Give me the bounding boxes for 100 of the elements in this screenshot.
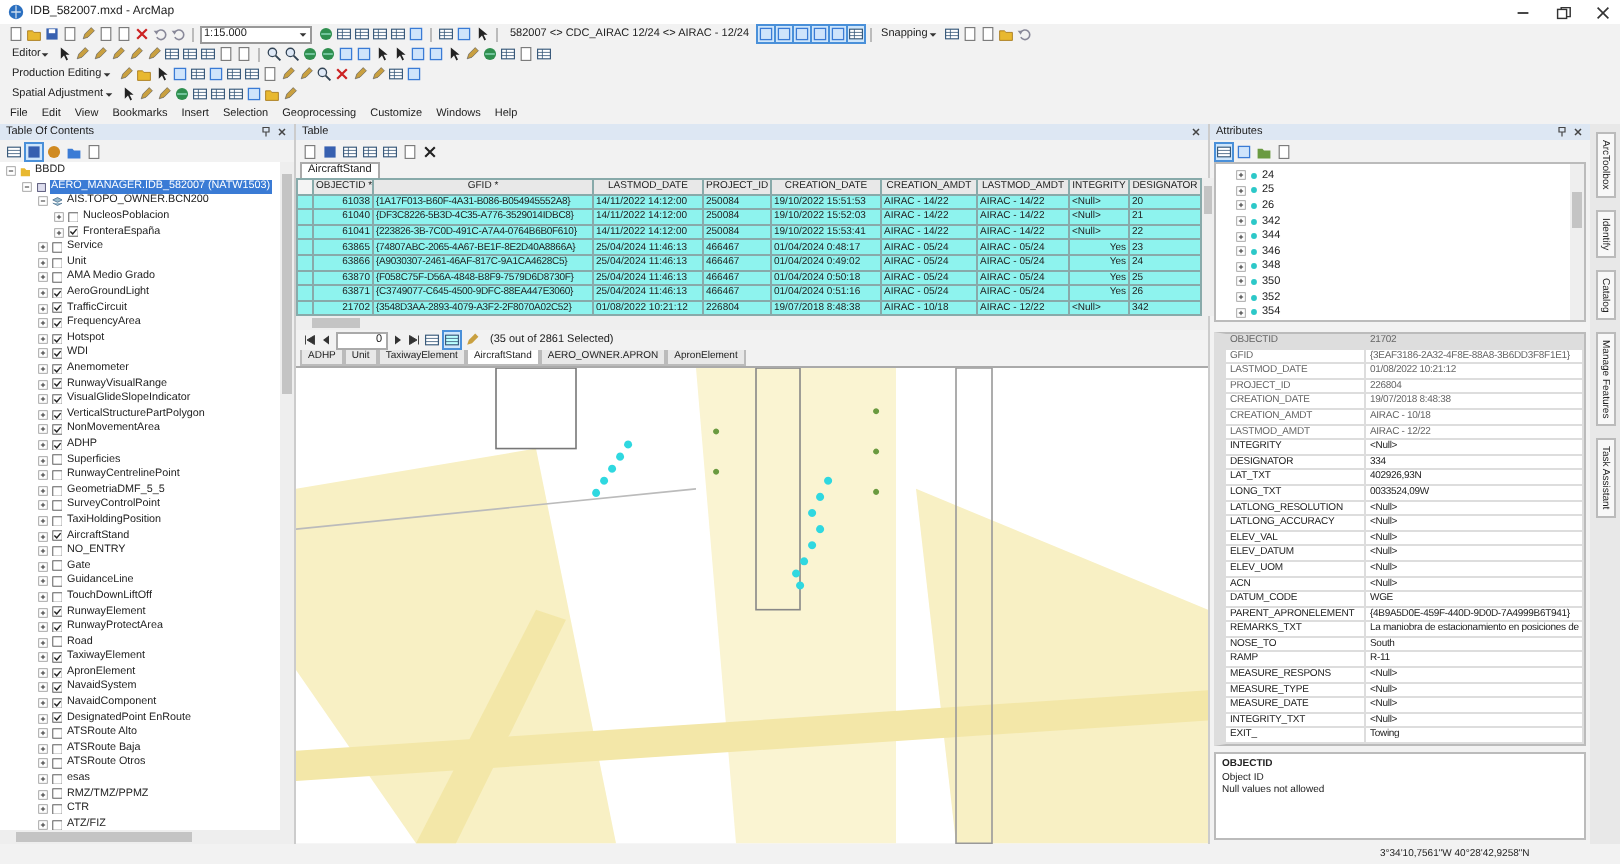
previous-record-icon[interactable] — [320, 334, 332, 347]
table-icon[interactable] — [6, 143, 22, 159]
expand-icon[interactable] — [38, 804, 48, 815]
expand-icon[interactable] — [38, 348, 48, 359]
square-icon[interactable] — [775, 26, 792, 42]
page-icon[interactable] — [86, 143, 102, 159]
checkbox[interactable] — [51, 363, 62, 375]
square-icon[interactable] — [1236, 143, 1252, 159]
table-icon[interactable] — [227, 86, 244, 102]
checkbox[interactable] — [51, 500, 62, 512]
checkbox[interactable] — [51, 257, 62, 269]
page-icon[interactable] — [302, 143, 318, 159]
expand-icon[interactable] — [1236, 307, 1246, 318]
square-icon[interactable] — [811, 26, 828, 42]
expand-icon[interactable] — [1236, 185, 1246, 196]
expand-icon[interactable] — [38, 576, 48, 587]
expand-icon[interactable] — [38, 318, 48, 329]
square-icon[interactable] — [338, 46, 355, 62]
pointer-icon[interactable] — [56, 46, 73, 62]
table-icon[interactable] — [342, 143, 358, 159]
expand-icon[interactable] — [38, 303, 48, 314]
table-icon[interactable] — [164, 46, 181, 62]
magnifier-icon[interactable] — [266, 46, 283, 62]
table-icon[interactable] — [424, 332, 440, 349]
expand-icon[interactable] — [1236, 261, 1246, 272]
expand-icon[interactable] — [38, 364, 48, 375]
square-icon[interactable] — [171, 66, 188, 82]
checkbox[interactable] — [51, 424, 62, 436]
page-icon[interactable] — [518, 46, 535, 62]
square-icon[interactable] — [456, 26, 472, 42]
square-icon[interactable] — [428, 46, 445, 62]
close-icon[interactable] — [1594, 3, 1612, 21]
checkbox[interactable] — [51, 454, 62, 466]
expand-icon[interactable] — [54, 212, 64, 223]
checkbox[interactable] — [51, 803, 62, 815]
table-icon[interactable] — [444, 332, 460, 349]
expand-icon[interactable] — [38, 607, 48, 618]
checkbox[interactable] — [67, 211, 78, 223]
expand-icon[interactable] — [1236, 231, 1246, 242]
checkbox[interactable] — [51, 515, 62, 527]
expand-icon[interactable] — [38, 333, 48, 344]
table-icon[interactable] — [182, 46, 199, 62]
table-icon[interactable] — [1216, 143, 1232, 159]
checkbox[interactable] — [51, 743, 62, 755]
expand-icon[interactable] — [1236, 170, 1246, 181]
table-icon[interactable] — [362, 143, 378, 159]
checkbox[interactable] — [51, 591, 62, 603]
table-icon[interactable] — [847, 26, 864, 42]
square-icon[interactable] — [207, 66, 224, 82]
expand-icon[interactable] — [38, 591, 48, 602]
checkbox[interactable] — [51, 560, 62, 572]
checkbox[interactable] — [51, 667, 62, 679]
pin-icon[interactable] — [260, 126, 272, 138]
table-icon[interactable] — [438, 26, 454, 42]
expand-icon[interactable] — [38, 758, 48, 769]
close-icon[interactable] — [1572, 126, 1584, 138]
checkbox[interactable] — [51, 409, 62, 421]
table-icon[interactable] — [336, 26, 352, 42]
square-icon[interactable] — [829, 26, 846, 42]
expand-icon[interactable] — [38, 409, 48, 420]
square-icon[interactable] — [245, 86, 262, 102]
expand-icon[interactable] — [38, 257, 48, 268]
checkbox[interactable] — [51, 317, 62, 329]
table-icon[interactable] — [536, 46, 553, 62]
checkbox[interactable] — [51, 393, 62, 405]
table-icon[interactable] — [382, 143, 398, 159]
expand-icon[interactable] — [38, 561, 48, 572]
checkbox[interactable] — [51, 697, 62, 709]
expand-icon[interactable] — [38, 728, 48, 739]
last-record-icon[interactable] — [408, 334, 420, 347]
expand-icon[interactable] — [38, 622, 48, 633]
table-icon[interactable] — [500, 46, 517, 62]
collapse-icon[interactable] — [22, 181, 32, 192]
expand-icon[interactable] — [38, 743, 48, 754]
checkbox[interactable] — [51, 485, 62, 497]
expand-icon[interactable] — [38, 682, 48, 693]
square-icon[interactable] — [405, 66, 422, 82]
expand-icon[interactable] — [54, 227, 64, 238]
undo-icon[interactable] — [1015, 26, 1032, 42]
table-icon[interactable] — [225, 66, 242, 82]
page-icon[interactable] — [402, 143, 418, 159]
table-icon[interactable] — [372, 26, 388, 42]
expand-icon[interactable] — [38, 652, 48, 663]
expand-icon[interactable] — [38, 637, 48, 648]
table-icon[interactable] — [200, 46, 217, 62]
pin-icon[interactable] — [1556, 126, 1568, 138]
expand-icon[interactable] — [38, 774, 48, 785]
collapse-icon[interactable] — [38, 196, 48, 207]
checkbox[interactable] — [51, 682, 62, 694]
disk-icon[interactable] — [26, 143, 42, 159]
checkbox[interactable] — [51, 272, 62, 284]
expand-icon[interactable] — [1236, 216, 1246, 227]
square-icon[interactable] — [410, 46, 427, 62]
checkbox[interactable] — [51, 621, 62, 633]
checkbox[interactable] — [51, 439, 62, 451]
checkbox[interactable] — [51, 636, 62, 648]
page-icon[interactable] — [8, 26, 24, 42]
checkbox[interactable] — [67, 226, 78, 238]
expand-icon[interactable] — [38, 455, 48, 466]
expand-icon[interactable] — [38, 439, 48, 450]
